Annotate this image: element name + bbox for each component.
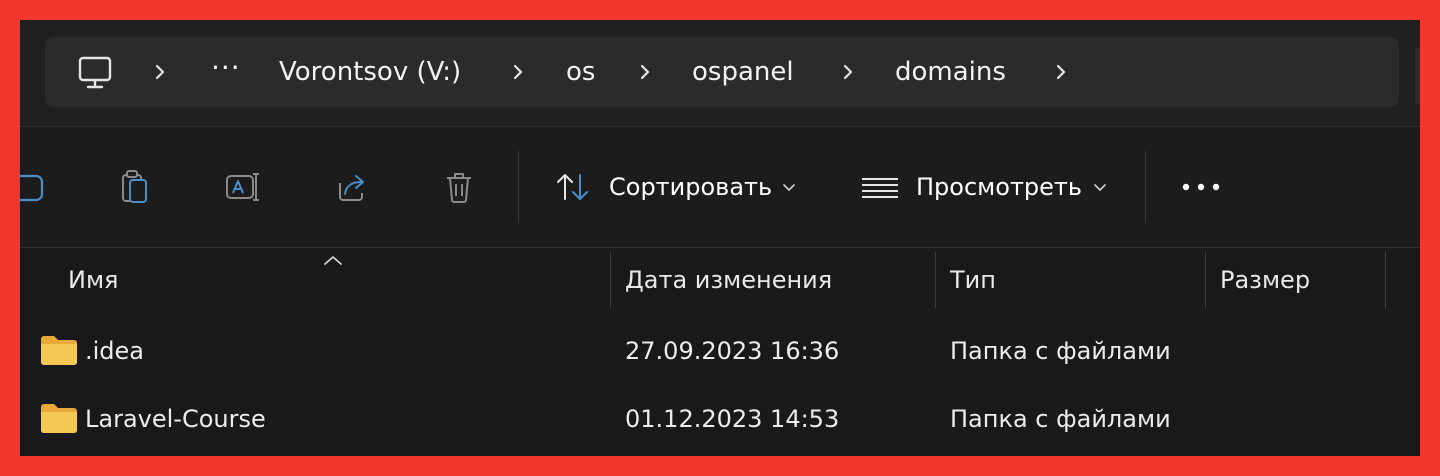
computer-icon[interactable] <box>75 55 115 91</box>
column-type[interactable]: Тип <box>950 248 996 312</box>
delete-icon[interactable] <box>439 167 479 207</box>
rename-icon[interactable] <box>222 167 262 207</box>
share-icon[interactable] <box>331 167 371 207</box>
column-divider[interactable] <box>935 252 936 308</box>
address-overflow-button[interactable]: ··· <box>211 37 241 107</box>
column-divider[interactable] <box>1205 252 1206 308</box>
chevron-right-icon[interactable] <box>152 63 168 81</box>
search-box-edge[interactable] <box>1415 48 1420 104</box>
column-divider[interactable] <box>610 252 611 308</box>
table-row[interactable]: .idea 27.09.2023 16:36 Папка с файлами <box>20 317 1420 385</box>
breadcrumb-domains[interactable]: domains <box>895 37 1006 107</box>
chevron-down-icon[interactable] <box>783 184 795 192</box>
folder-icon <box>41 336 77 365</box>
column-divider[interactable] <box>1385 252 1386 308</box>
table-row[interactable]: Laravel-Course 01.12.2023 14:53 Папка с … <box>20 385 1420 453</box>
chevron-down-icon[interactable] <box>1094 184 1106 192</box>
column-name[interactable]: Имя <box>68 248 119 312</box>
sort-button[interactable]: Сортировать <box>609 167 772 207</box>
file-type: Папка с файлами <box>950 405 1171 433</box>
toolbar-separator <box>1145 151 1146 223</box>
sort-icon[interactable] <box>553 167 593 207</box>
cut-icon[interactable] <box>20 167 46 207</box>
toolbar-separator <box>518 151 519 223</box>
breadcrumb-ospanel[interactable]: ospanel <box>692 37 794 107</box>
column-date[interactable]: Дата изменения <box>625 248 832 312</box>
file-date: 27.09.2023 16:36 <box>625 337 840 365</box>
breadcrumb-vorontsov[interactable]: Vorontsov (V:) <box>279 37 461 107</box>
file-date: 01.12.2023 14:53 <box>625 405 840 433</box>
chevron-right-icon[interactable] <box>1053 63 1069 81</box>
sort-ascending-icon <box>324 256 342 265</box>
chevron-right-icon[interactable] <box>510 63 526 81</box>
chevron-right-icon[interactable] <box>637 63 653 81</box>
command-bar: Сортировать Просмотреть <box>20 127 1420 247</box>
column-header: Имя Дата изменения Тип Размер <box>20 248 1420 312</box>
file-explorer-window: ··· Vorontsov (V:) os ospanel domains Со… <box>20 20 1420 456</box>
column-size[interactable]: Размер <box>1220 248 1310 312</box>
view-lines-icon[interactable] <box>860 167 900 207</box>
folder-icon <box>41 404 77 433</box>
address-bar[interactable]: ··· Vorontsov (V:) os ospanel domains <box>45 37 1399 107</box>
chevron-right-icon[interactable] <box>840 63 856 81</box>
paste-icon[interactable] <box>114 167 154 207</box>
address-bar-region: ··· Vorontsov (V:) os ospanel domains <box>20 20 1420 126</box>
file-type: Папка с файлами <box>950 337 1171 365</box>
more-icon[interactable] <box>1180 167 1222 207</box>
file-name[interactable]: .idea <box>85 317 144 385</box>
file-name[interactable]: Laravel-Course <box>85 385 266 453</box>
view-button[interactable]: Просмотреть <box>916 167 1082 207</box>
breadcrumb-os[interactable]: os <box>566 37 595 107</box>
